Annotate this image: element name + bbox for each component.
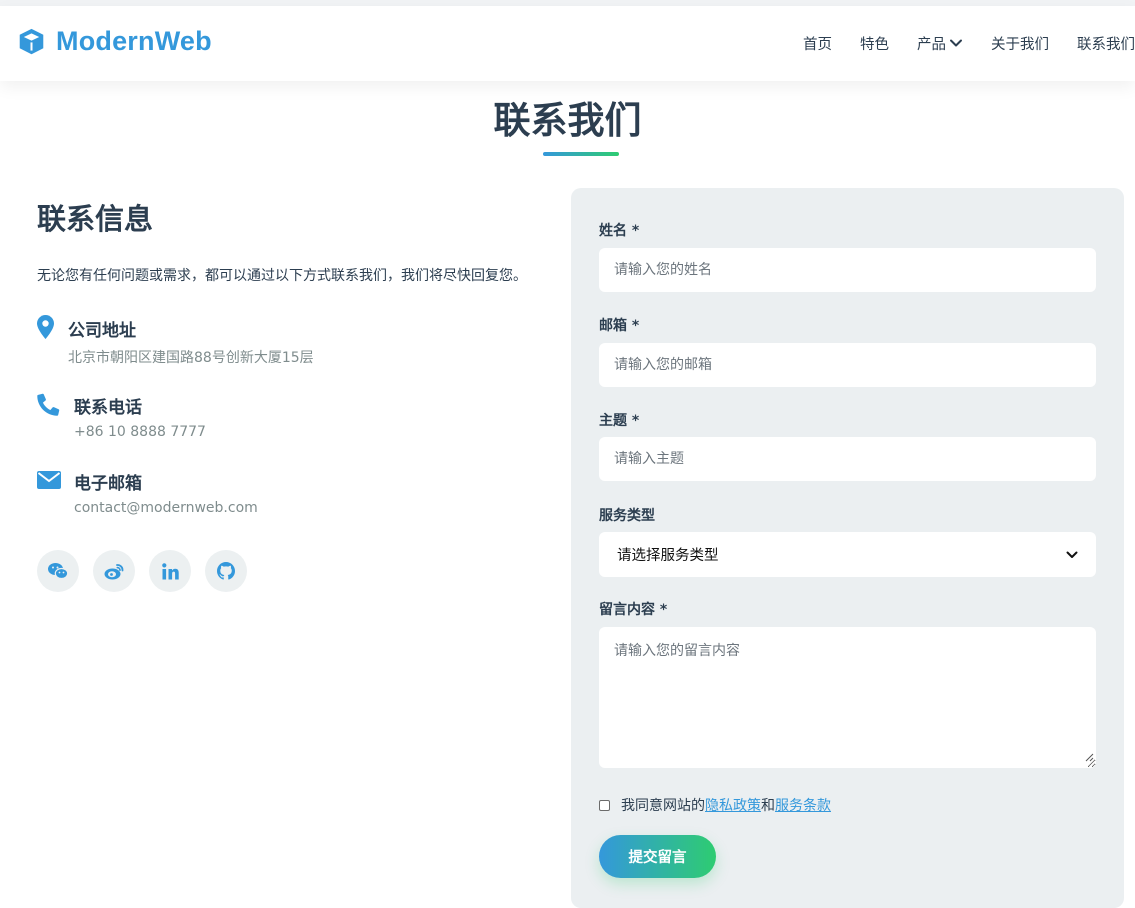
phone-value: +86 10 8888 7777: [74, 424, 206, 440]
address-value: 北京市朝阳区建国路88号创新大厦15层: [68, 350, 314, 366]
linkedin-icon: [161, 562, 179, 579]
contact-info-description: 无论您有任何问题或需求，都可以通过以下方式联系我们，我们将尽快回复您。: [37, 268, 527, 284]
linkedin-link[interactable]: [149, 550, 191, 592]
nav-item-features[interactable]: 特色: [860, 33, 889, 54]
nav-item-home[interactable]: 首页: [803, 33, 832, 54]
navbar: ModernWeb 首页 特色 产品 关于我们 联系我们: [0, 6, 1135, 81]
contact-form: 姓名 * 邮箱 * 主题 * 服务类型 请选择服务类型 留言内容 * 我同意网站…: [571, 188, 1124, 908]
message-label: 留言内容 *: [599, 602, 668, 618]
wechat-link[interactable]: [37, 550, 79, 592]
resize-grip-icon[interactable]: [1084, 752, 1094, 762]
chevron-down-icon: [950, 39, 962, 47]
message-textarea[interactable]: [599, 627, 1096, 768]
phone-icon: [37, 392, 61, 416]
agree-row: 我同意网站的 隐私政策和服务条款: [599, 795, 831, 815]
email-label: 电子邮箱: [74, 474, 142, 494]
terms-of-service-link[interactable]: 服务条款: [775, 795, 831, 815]
nav-item-contact[interactable]: 联系我们: [1077, 33, 1135, 54]
email-field-label: 邮箱 *: [599, 318, 640, 334]
subject-input[interactable]: [599, 437, 1096, 481]
address-label: 公司地址: [68, 321, 136, 341]
chevron-down-icon: [1066, 551, 1078, 558]
logo[interactable]: ModernWeb: [17, 26, 212, 57]
agree-checkbox[interactable]: [599, 799, 610, 811]
service-select-value: 请选择服务类型: [617, 548, 719, 564]
cube-icon: [19, 28, 44, 55]
submit-button[interactable]: 提交留言: [599, 835, 716, 878]
email-input[interactable]: [599, 343, 1096, 387]
phone-label: 联系电话: [74, 398, 142, 418]
service-label: 服务类型: [599, 508, 655, 524]
github-link[interactable]: [205, 550, 247, 592]
github-icon: [217, 562, 235, 580]
brand-name: ModernWeb: [56, 26, 212, 56]
contact-info-title: 联系信息: [37, 202, 154, 236]
agree-and: 和: [761, 798, 775, 814]
envelope-icon: [37, 468, 61, 492]
nav-menu: 首页 特色 产品 关于我们 联系我们: [803, 31, 1135, 55]
name-label: 姓名 *: [599, 223, 640, 239]
email-value: contact@modernweb.com: [74, 500, 258, 516]
name-input[interactable]: [599, 248, 1096, 292]
section-title: 联系我们: [493, 99, 642, 142]
nav-item-products[interactable]: 产品: [917, 33, 963, 54]
subject-label: 主题 *: [599, 413, 640, 429]
social-links: [37, 550, 247, 592]
map-marker-icon: [37, 315, 61, 339]
weibo-link[interactable]: [93, 550, 135, 592]
wechat-icon: [48, 563, 68, 580]
nav-item-about[interactable]: 关于我们: [991, 33, 1049, 54]
service-select[interactable]: 请选择服务类型: [599, 532, 1096, 577]
weibo-icon: [104, 563, 124, 579]
privacy-policy-link[interactable]: 隐私政策: [705, 795, 761, 815]
nav-item-products-label: 产品: [917, 36, 946, 53]
title-underline: [543, 152, 619, 156]
agree-prefix: 我同意网站的: [621, 798, 705, 814]
